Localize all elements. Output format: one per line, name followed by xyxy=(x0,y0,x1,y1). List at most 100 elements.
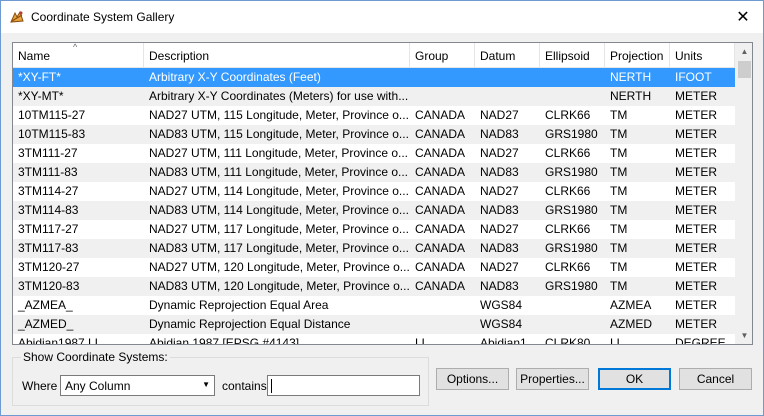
column-header-name[interactable]: ^ Name xyxy=(13,43,144,68)
properties-button[interactable]: Properties... xyxy=(516,368,589,390)
cell-units: METER xyxy=(675,260,717,274)
cell-ellipsoid: GRS1980 xyxy=(545,127,598,141)
cell-units: METER xyxy=(675,108,717,122)
cell-units: METER xyxy=(675,279,717,293)
cell-name: *XY-MT* xyxy=(18,89,64,103)
column-header-projection[interactable]: Projection xyxy=(605,43,670,68)
cell-description: NAD27 UTM, 114 Longitude, Meter, Provinc… xyxy=(149,184,409,198)
cell-ellipsoid: CLRK66 xyxy=(545,222,591,236)
table-row[interactable]: 10TM115-27 NAD27 UTM, 115 Longitude, Mete… xyxy=(13,106,735,125)
cell-group: CANADA xyxy=(415,184,466,198)
cell-projection: TM xyxy=(610,241,628,255)
cell-group: LL xyxy=(415,336,429,345)
cell-ellipsoid xyxy=(540,87,605,106)
cell-name: 10TM115-83 xyxy=(18,127,86,141)
cell-datum: WGS84 xyxy=(480,298,523,312)
coordinate-system-list[interactable]: ^ Name Description Group Datum Ellipsoid… xyxy=(12,42,753,345)
scroll-up-button[interactable]: ▲ xyxy=(736,43,752,60)
cell-projection: TM xyxy=(610,203,628,217)
cell-description: Arbitrary X-Y Coordinates (Feet) xyxy=(149,70,321,84)
cell-ellipsoid: GRS1980 xyxy=(545,279,598,293)
column-header-description[interactable]: Description xyxy=(144,43,410,68)
table-row[interactable]: 3TM111-27 NAD27 UTM, 111 Longitude, Meter… xyxy=(13,144,735,163)
table-row[interactable]: 3TM114-27 NAD27 UTM, 114 Longitude, Meter… xyxy=(13,182,735,201)
cell-datum: NAD27 xyxy=(480,146,519,160)
table-row[interactable]: 10TM115-83 NAD83 UTM, 115 Longitude, Mete… xyxy=(13,125,735,144)
cell-units: METER xyxy=(675,165,717,179)
cell-ellipsoid: CLRK66 xyxy=(545,260,591,274)
cell-group: CANADA xyxy=(415,146,466,160)
table-row[interactable]: 3TM120-83 NAD83 UTM, 120 Longitude, Meter… xyxy=(13,277,735,296)
cell-group: CANADA xyxy=(415,222,466,236)
cell-projection: LL xyxy=(610,336,624,345)
table-row[interactable]: 3TM111-83 NAD83 UTM, 111 Longitude, Meter… xyxy=(13,163,735,182)
cell-datum: NAD83 xyxy=(480,241,519,255)
column-header-units[interactable]: Units xyxy=(670,43,735,68)
column-header-ellipsoid[interactable]: Ellipsoid xyxy=(540,43,605,68)
cell-description: NAD27 UTM, 120 Longitude, Meter, Provinc… xyxy=(149,260,410,274)
cell-units: IFOOT xyxy=(675,70,712,84)
cell-datum: WGS84 xyxy=(480,317,523,331)
cell-units: METER xyxy=(675,317,717,331)
cell-group xyxy=(410,296,475,315)
table-row[interactable]: 3TM114-83 NAD83 UTM, 114 Longitude, Meter… xyxy=(13,201,735,220)
cell-ellipsoid: CLRK66 xyxy=(545,146,591,160)
cell-units: METER xyxy=(675,146,717,160)
table-row[interactable]: *XY-MT* Arbitrary X-Y Coordinates (Meters… xyxy=(13,87,735,106)
cell-description: NAD83 UTM, 117 Longitude, Meter, Provinc… xyxy=(149,241,409,255)
cell-name: 3TM120-83 xyxy=(18,279,80,293)
table-row[interactable]: _AZMED_ Dynamic Reprojection Equal Distan… xyxy=(13,315,735,334)
column-select[interactable]: Any Column ▼ xyxy=(60,375,215,396)
table-row[interactable]: *XY-FT* Arbitrary X-Y Coordinates (Feet) N… xyxy=(13,68,735,87)
cell-projection: TM xyxy=(610,184,628,198)
cell-projection: TM xyxy=(610,127,628,141)
cell-units: METER xyxy=(675,89,717,103)
cell-description: Dynamic Reprojection Equal Area xyxy=(149,298,329,312)
cell-group: CANADA xyxy=(415,127,466,141)
cell-units: METER xyxy=(675,127,717,141)
window-title: Coordinate System Gallery xyxy=(31,10,175,24)
options-button[interactable]: Options... xyxy=(436,368,509,390)
cell-datum: NAD27 xyxy=(480,108,519,122)
sort-ascending-icon: ^ xyxy=(73,42,78,52)
table-row[interactable]: Abidian1987.LL Abidian 1987 [EPSG #4143] L… xyxy=(13,334,735,345)
cell-description: NAD83 UTM, 111 Longitude, Meter, Provinc… xyxy=(149,165,409,179)
cancel-button[interactable]: Cancel xyxy=(679,368,752,390)
column-header-datum[interactable]: Datum xyxy=(475,43,540,68)
ok-button[interactable]: OK xyxy=(598,368,671,390)
cell-description: NAD27 UTM, 117 Longitude, Meter, Provinc… xyxy=(149,222,409,236)
close-button[interactable]: ✕ xyxy=(723,1,763,33)
cell-projection: NERTH xyxy=(610,70,652,84)
cell-name: _AZMEA_ xyxy=(18,298,73,312)
cell-group: CANADA xyxy=(415,260,466,274)
column-header-group[interactable]: Group xyxy=(410,43,475,68)
scrollbar-thumb[interactable] xyxy=(738,61,751,78)
contains-input[interactable] xyxy=(267,375,420,396)
cell-projection: TM xyxy=(610,260,628,274)
cell-group xyxy=(410,87,475,106)
cell-ellipsoid xyxy=(540,296,605,315)
cell-description: NAD83 UTM, 114 Longitude, Meter, Provinc… xyxy=(149,203,409,217)
cell-description: NAD27 UTM, 111 Longitude, Meter, Provinc… xyxy=(149,146,409,160)
cell-ellipsoid: CLRK80 xyxy=(545,336,591,345)
cell-datum: NAD83 xyxy=(480,279,519,293)
cell-datum: NAD83 xyxy=(480,165,519,179)
table-row[interactable]: 3TM120-27 NAD27 UTM, 120 Longitude, Meter… xyxy=(13,258,735,277)
cell-description: Dynamic Reprojection Equal Distance xyxy=(149,317,351,331)
cell-projection: TM xyxy=(610,146,628,160)
table-row[interactable]: 3TM117-83 NAD83 UTM, 117 Longitude, Meter… xyxy=(13,239,735,258)
coordinate-system-gallery-dialog: Coordinate System Gallery ✕ ^ Name Descr… xyxy=(0,0,764,416)
cell-datum xyxy=(475,87,540,106)
vertical-scrollbar[interactable]: ▲ ▼ xyxy=(735,43,752,344)
cell-ellipsoid xyxy=(540,315,605,334)
cell-name: 3TM117-83 xyxy=(18,241,79,255)
cell-group xyxy=(410,68,475,87)
filter-group-label: Show Coordinate Systems: xyxy=(21,350,170,364)
table-row[interactable]: _AZMEA_ Dynamic Reprojection Equal Area WG… xyxy=(13,296,735,315)
cell-group: CANADA xyxy=(415,165,466,179)
table-row[interactable]: 3TM117-27 NAD27 UTM, 117 Longitude, Meter… xyxy=(13,220,735,239)
scroll-down-button[interactable]: ▼ xyxy=(736,327,752,344)
cell-datum xyxy=(475,68,540,87)
cell-units: METER xyxy=(675,222,717,236)
cell-description: NAD83 UTM, 115 Longitude, Meter, Provinc… xyxy=(149,127,409,141)
